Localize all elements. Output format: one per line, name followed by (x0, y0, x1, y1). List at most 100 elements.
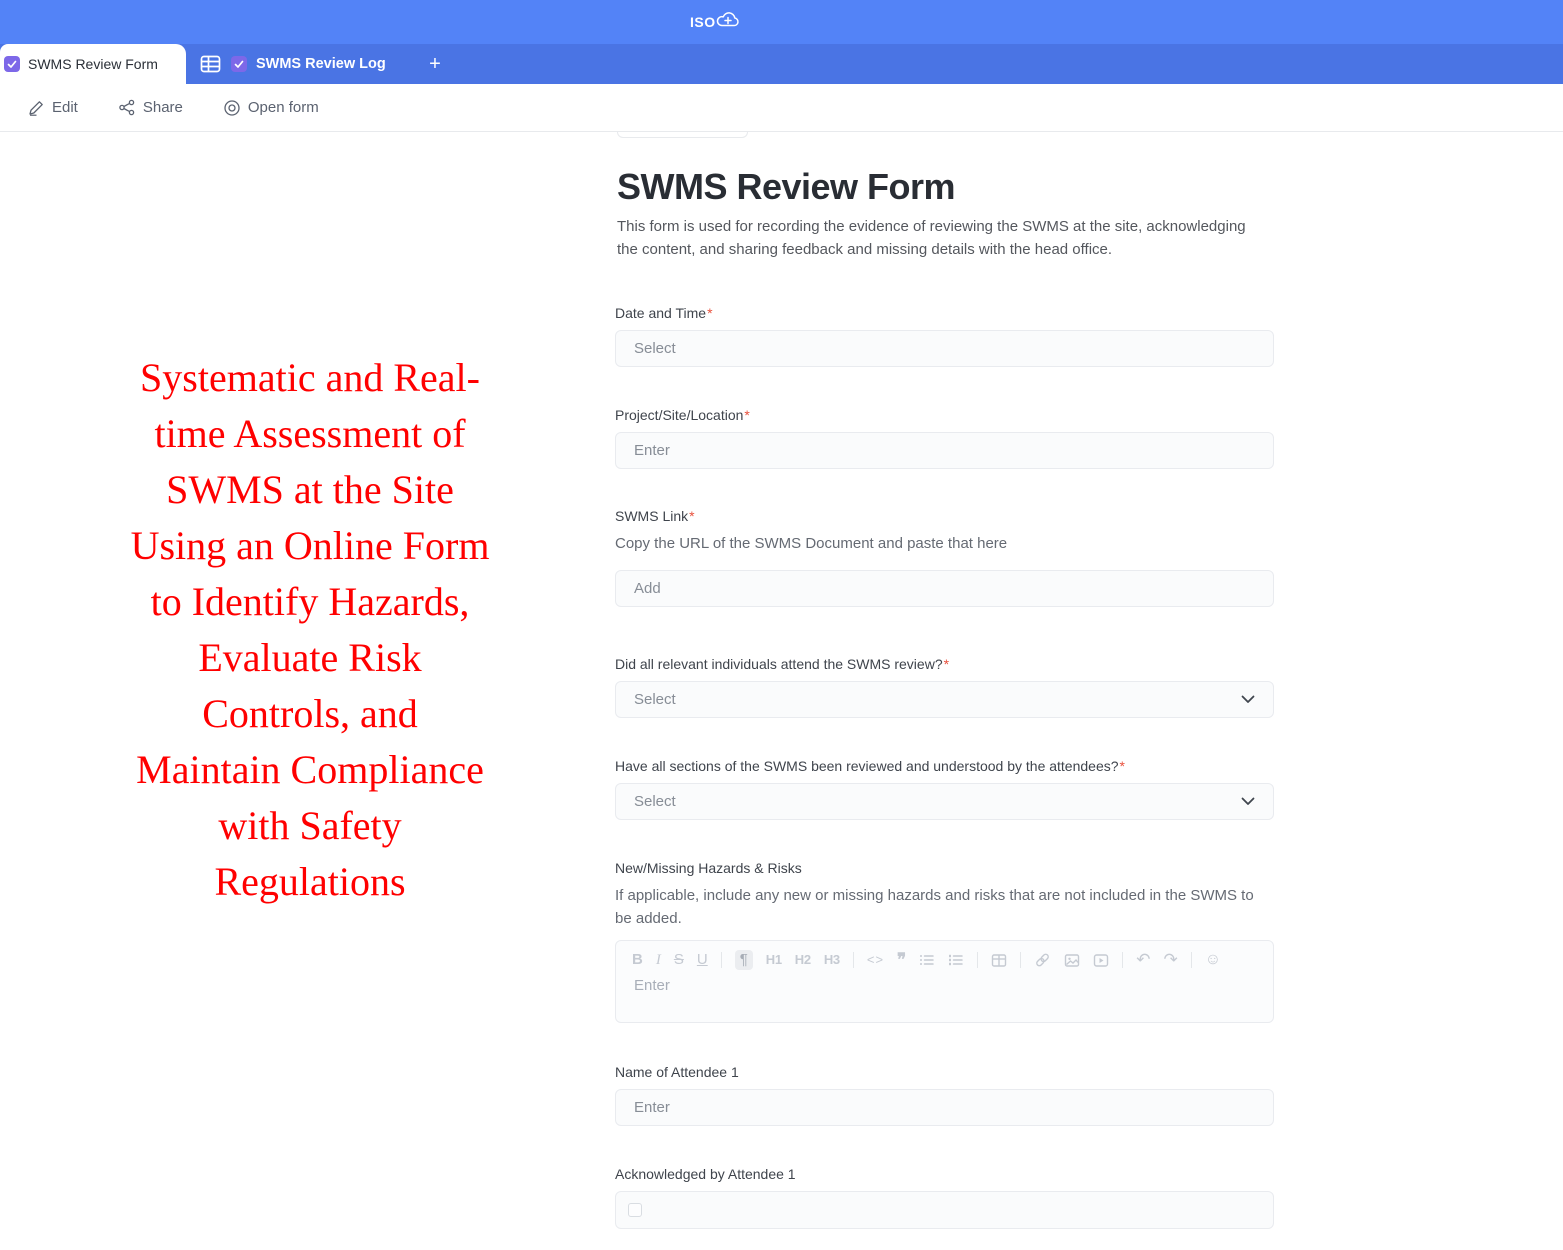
rich-text-toolbar: B I S U ¶ H1 H2 H3 <> ❞ (616, 941, 1273, 970)
caption-line: Evaluate Risk (40, 630, 580, 686)
caption-line: time Assessment of (40, 406, 580, 462)
tab-strip: SWMS Review Form SWMS Review Log + (0, 44, 1563, 84)
tab-label: SWMS Review Form (28, 56, 158, 72)
field-name-of-attendee-1: Name of Attendee 1 Enter (615, 1062, 1275, 1126)
app-window: ISO SWMS Review Form (0, 0, 1563, 1250)
iso-cloud-logo: ISO (690, 11, 742, 33)
field-helper-text: If applicable, include any new or missin… (615, 884, 1265, 930)
input-placeholder: Select (634, 691, 676, 708)
share-button[interactable]: Share (118, 99, 183, 116)
field-date-and-time: Date and Time* Select (615, 303, 1275, 367)
rich-text-editor[interactable]: B I S U ¶ H1 H2 H3 <> ❞ (615, 940, 1274, 1023)
field-label: Date and Time* (615, 303, 1275, 323)
heading1-icon[interactable]: H1 (766, 950, 782, 970)
input-placeholder: Select (634, 793, 676, 810)
chevron-down-icon (1241, 695, 1255, 704)
field-project-site-location: Project/Site/Location* Enter (615, 405, 1275, 469)
form-title: SWMS Review Form (617, 166, 955, 208)
redo-icon[interactable]: ↷ (1163, 950, 1177, 970)
open-form-button[interactable]: Open form (223, 99, 319, 117)
field-swms-link: SWMS Link* Copy the URL of the SWMS Docu… (615, 506, 1275, 607)
form-check-icon (4, 56, 20, 72)
code-icon[interactable]: <> (867, 950, 884, 970)
field-acknowledged-by-attendee-1: Acknowledged by Attendee 1 (615, 1164, 1275, 1229)
heading2-icon[interactable]: H2 (795, 950, 811, 970)
blockquote-icon[interactable]: ❞ (897, 953, 906, 967)
share-label: Share (143, 99, 183, 116)
logo-text: ISO (690, 11, 716, 33)
project-site-location-input[interactable]: Enter (615, 432, 1274, 469)
field-helper-text: Copy the URL of the SWMS Document and pa… (615, 532, 1275, 555)
caption-line: to Identify Hazards, (40, 574, 580, 630)
caption-line: Regulations (40, 854, 580, 910)
form-description: This form is used for recording the evid… (617, 216, 1251, 261)
field-sections-reviewed-question: Have all sections of the SWMS been revie… (615, 756, 1275, 820)
caption-line: SWMS at the Site (40, 462, 580, 518)
required-asterisk: * (1120, 758, 1125, 774)
chevron-down-icon (1241, 797, 1255, 806)
toolbar-divider (1020, 952, 1021, 968)
date-and-time-input[interactable]: Select (615, 330, 1274, 367)
image-icon[interactable] (1064, 953, 1080, 968)
paragraph-icon[interactable]: ¶ (735, 950, 753, 970)
toolbar-divider (1191, 952, 1192, 968)
attendance-dropdown[interactable]: Select (615, 681, 1274, 718)
italic-icon[interactable]: I (656, 950, 661, 970)
video-icon[interactable] (1093, 953, 1109, 968)
required-asterisk: * (744, 407, 749, 423)
pencil-icon (28, 99, 45, 116)
editor-placeholder[interactable]: Enter (616, 970, 1273, 994)
caption-line: Using an Online Form (40, 518, 580, 574)
strikethrough-icon[interactable]: S (674, 950, 684, 970)
field-label: SWMS Link* (615, 506, 1275, 526)
edit-button[interactable]: Edit (28, 99, 78, 116)
undo-icon[interactable]: ↶ (1136, 950, 1150, 970)
field-label: New/Missing Hazards & Risks (615, 858, 1275, 878)
field-new-missing-hazards: New/Missing Hazards & Risks If applicabl… (615, 858, 1275, 1023)
field-label: Have all sections of the SWMS been revie… (615, 756, 1275, 776)
field-label: Acknowledged by Attendee 1 (615, 1164, 1275, 1184)
table-view-icon[interactable] (199, 53, 222, 75)
underline-icon[interactable]: U (697, 950, 708, 970)
required-asterisk: * (707, 305, 712, 321)
link-icon[interactable] (1034, 952, 1051, 968)
annotation-caption: Systematic and Real- time Assessment of … (40, 350, 580, 910)
table-icon[interactable] (991, 953, 1007, 968)
input-placeholder: Enter (634, 1099, 670, 1116)
toolbar-divider (977, 952, 978, 968)
toolbar-divider (853, 952, 854, 968)
field-label: Project/Site/Location* (615, 405, 1275, 425)
tab-label: SWMS Review Log (256, 56, 386, 72)
caption-line: Systematic and Real- (40, 350, 580, 406)
field-attendance-question: Did all relevant individuals attend the … (615, 654, 1275, 718)
swms-link-input[interactable]: Add (615, 570, 1274, 607)
toolbar-divider (1122, 952, 1123, 968)
log-check-icon (231, 56, 247, 72)
caption-line: with Safety (40, 798, 580, 854)
view-toolbar: Edit Share Open form (0, 84, 1563, 132)
tab-swms-review-form[interactable]: SWMS Review Form (0, 44, 186, 84)
truncated-element (617, 132, 748, 138)
name-attendee-1-input[interactable]: Enter (615, 1089, 1274, 1126)
tab-swms-review-log[interactable]: SWMS Review Log (231, 44, 386, 84)
bullet-list-icon[interactable] (919, 953, 935, 967)
add-tab-button[interactable]: + (420, 44, 450, 84)
caption-line: Maintain Compliance (40, 742, 580, 798)
heading3-icon[interactable]: H3 (824, 950, 840, 970)
edit-label: Edit (52, 99, 78, 116)
cloud-plus-icon (714, 7, 742, 31)
numbered-list-icon[interactable] (948, 953, 964, 967)
caption-line: Controls, and (40, 686, 580, 742)
input-placeholder: Select (634, 340, 676, 357)
input-placeholder: Enter (634, 442, 670, 459)
open-form-label: Open form (248, 99, 319, 116)
emoji-icon[interactable]: ☺ (1205, 950, 1221, 970)
top-app-bar: ISO (0, 0, 1563, 44)
bold-icon[interactable]: B (632, 950, 643, 970)
sections-reviewed-dropdown[interactable]: Select (615, 783, 1274, 820)
acknowledged-checkbox[interactable] (628, 1203, 642, 1217)
acknowledged-field-box (615, 1191, 1274, 1229)
input-placeholder: Add (634, 580, 661, 597)
open-form-icon (223, 99, 241, 117)
required-asterisk: * (689, 508, 694, 524)
